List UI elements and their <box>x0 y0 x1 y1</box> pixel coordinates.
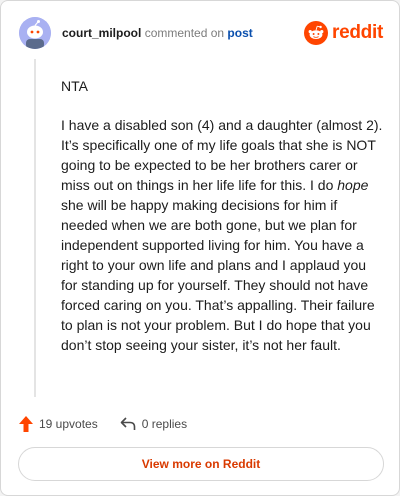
reddit-wordmark: reddit <box>332 22 383 43</box>
comment-body: NTA I have a disabled son (4) and a daug… <box>61 76 383 355</box>
action-text: commented on <box>144 26 225 40</box>
comment-verdict: NTA <box>61 78 88 94</box>
reply-count: 0 replies <box>141 417 188 431</box>
thread-line <box>34 59 36 397</box>
post-link[interactable]: post <box>227 26 252 40</box>
comment-meta: court_milpool commented on post <box>62 26 253 40</box>
comment-header: court_milpool commented on post reddit <box>19 17 383 51</box>
view-more-button[interactable]: View more on Reddit <box>18 447 384 481</box>
username-link[interactable]: court_milpool <box>62 26 141 40</box>
upvote-button[interactable]: 19 upvotes <box>19 416 98 432</box>
replies-button[interactable]: 0 replies <box>120 417 187 431</box>
snoo-avatar-icon[interactable] <box>19 17 51 49</box>
comment-actions: 19 upvotes 0 replies <box>19 415 209 433</box>
reply-icon <box>120 417 136 430</box>
comment-text-emphasis: hope <box>337 177 369 193</box>
embedded-comment-card: court_milpool commented on post reddit N… <box>0 0 400 496</box>
comment-paragraph: I have a disabled son (4) and a daughter… <box>61 115 383 355</box>
reddit-logo-icon <box>304 21 329 45</box>
upvote-count: 19 upvotes <box>39 417 98 431</box>
reddit-logo[interactable]: reddit <box>304 20 383 46</box>
comment-text-part-1: I have a disabled son (4) and a daughter… <box>61 117 383 193</box>
upvote-arrow-icon <box>19 416 33 432</box>
comment-text-part-2: she will be happy making decisions for h… <box>61 197 375 353</box>
